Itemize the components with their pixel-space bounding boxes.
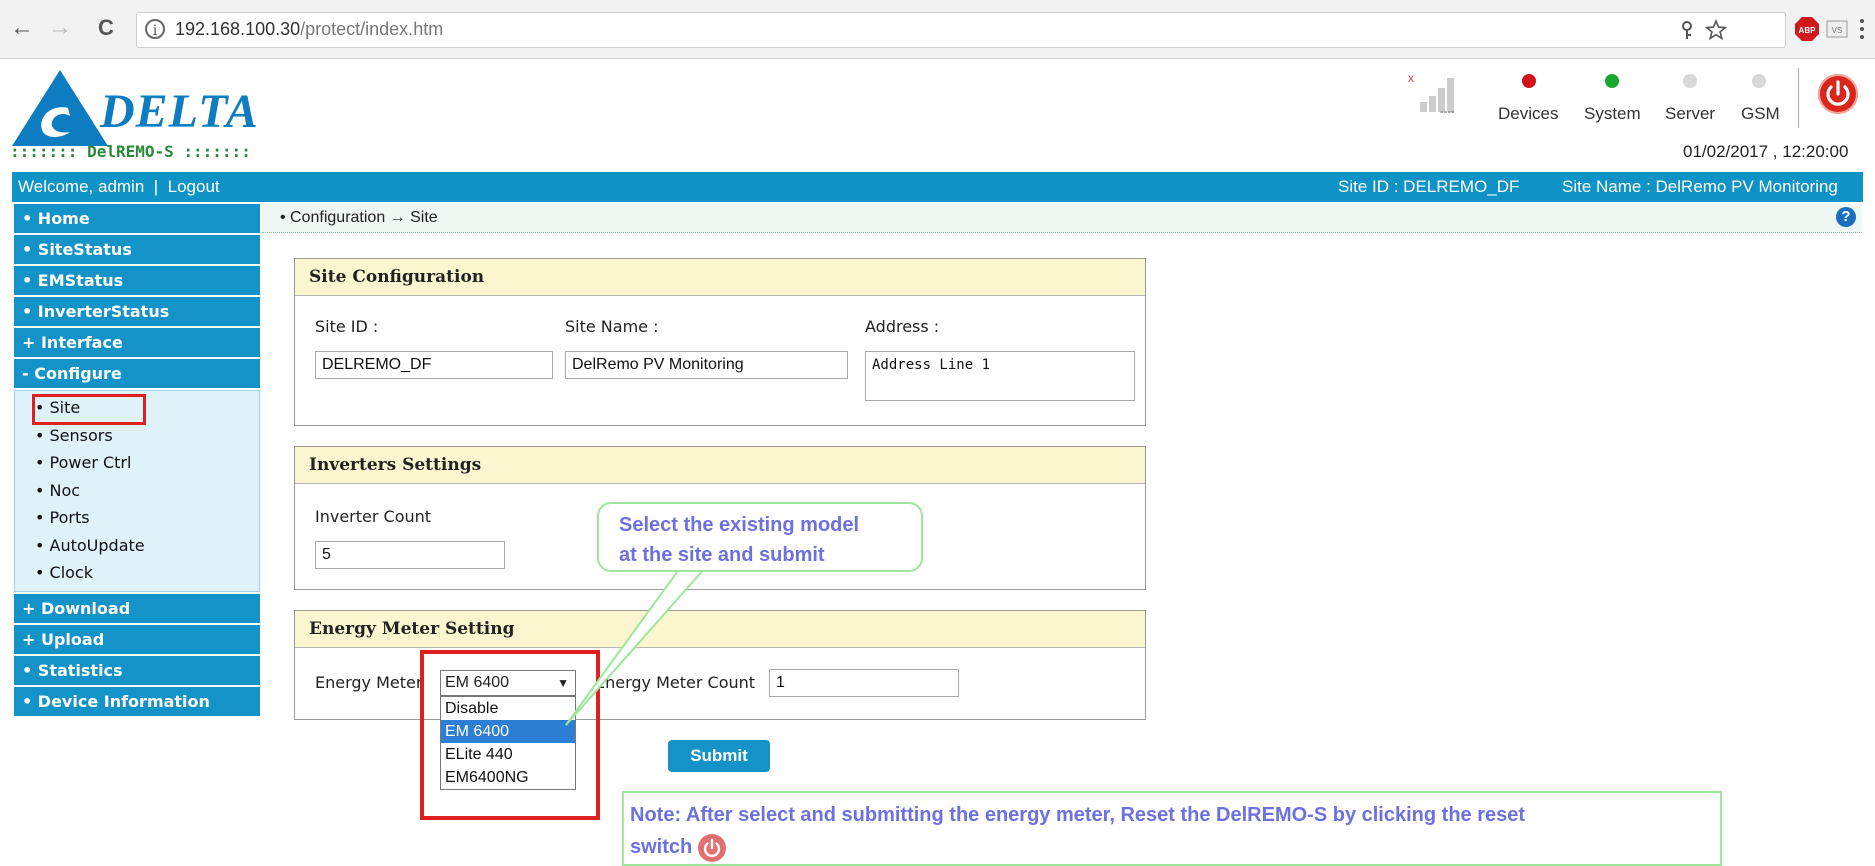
gsm-status-label: GSM (1741, 104, 1780, 123)
help-icon[interactable]: ? (1836, 207, 1856, 227)
devices-status-dot (1522, 74, 1536, 88)
logo-subtitle: ::::::: DelREMO-S ::::::: (10, 142, 251, 161)
system-status-dot (1605, 74, 1619, 88)
energy-meter-count-input[interactable]: 1 (769, 669, 959, 697)
site-name-label: Site Name : (565, 317, 659, 336)
key-icon[interactable] (1677, 20, 1697, 40)
energy-meter-label: Energy Meter (315, 673, 423, 692)
devices-status-label: Devices (1498, 104, 1559, 123)
gsm-status-dot (1752, 74, 1766, 88)
sidebar-item-download[interactable]: + Download (14, 593, 260, 623)
sidebar-item-configure[interactable]: - Configure (14, 359, 260, 388)
panel-title: Inverters Settings (295, 447, 1145, 484)
note-box: Note: After select and submitting the en… (622, 791, 1722, 866)
welcome-text: Welcome, admin | Logout (18, 177, 220, 196)
server-status-dot (1683, 74, 1697, 88)
address-textarea[interactable]: Address Line 1 (865, 351, 1135, 401)
site-highlight-box (32, 394, 146, 425)
callout-line-2: at the site and submit (619, 544, 825, 566)
star-icon[interactable] (1705, 19, 1727, 41)
top-bar: Welcome, admin | Logout Site ID : DELREM… (12, 172, 1863, 202)
sidebar-item-interface[interactable]: + Interface (14, 328, 260, 357)
submenu-item-power-ctrl[interactable]: • Power Ctrl (15, 449, 259, 477)
date-time: 01/02/2017 , 12:20:00 (1683, 142, 1849, 161)
svg-text:ABP: ABP (1799, 26, 1817, 35)
sidebar-item-home[interactable]: • Home (14, 204, 260, 233)
site-name-display: Site Name : DelRemo PV Monitoring (1562, 177, 1838, 196)
system-status-label: System (1584, 104, 1641, 123)
sidebar: • Home • SiteStatus • EMStatus • Inverte… (14, 204, 260, 718)
sidebar-item-device-information[interactable]: • Device Information (14, 686, 260, 716)
svg-text:x: x (1408, 71, 1414, 85)
submenu-item-ports[interactable]: • Ports (15, 504, 259, 532)
panel-title: Energy Meter Setting (295, 611, 1145, 648)
note-line-1: Note: After select and submitting the en… (630, 804, 1526, 826)
callout-pointer (565, 567, 708, 726)
address-bar[interactable]: i 192.168.100.30/protect/index.htm (136, 12, 1786, 48)
callout-line-1: Select the existing model (619, 514, 860, 536)
logout-link[interactable]: Logout (168, 177, 220, 196)
sidebar-item-emstatus[interactable]: • EMStatus (14, 266, 260, 295)
sidebar-item-upload[interactable]: + Upload (14, 624, 260, 654)
site-name-input[interactable]: DelRemo PV Monitoring (565, 351, 848, 379)
site-id-label: Site ID : (315, 317, 379, 336)
site-id-input[interactable]: DELREMO_DF (315, 351, 553, 379)
breadcrumb: • Configuration → Site ? (262, 204, 1862, 233)
site-configuration-panel: Site Configuration Site ID : Site Name :… (294, 258, 1146, 426)
sidebar-item-sitestatus[interactable]: • SiteStatus (14, 235, 260, 264)
browser-toolbar: ← → C i 192.168.100.30/protect/index.htm… (0, 0, 1875, 59)
menu-icon[interactable] (1858, 18, 1866, 40)
url-text: 192.168.100.30/protect/index.htm (175, 19, 444, 39)
inverter-count-input[interactable]: 5 (315, 541, 505, 569)
submenu-item-noc[interactable]: • Noc (15, 477, 259, 505)
logo-wordmark: DELTA (100, 85, 259, 138)
callout-box: Select the existing model at the site an… (597, 502, 923, 572)
inverter-count-label: Inverter Count (315, 507, 432, 526)
site-id-display: Site ID : DELREMO_DF (1338, 177, 1520, 196)
power-icon (698, 833, 727, 862)
sidebar-item-inverterstatus[interactable]: • InverterStatus (14, 297, 260, 326)
panel-title: Site Configuration (295, 259, 1145, 296)
submenu-item-clock[interactable]: • Clock (15, 559, 259, 587)
extension-icon[interactable]: VS (1826, 18, 1848, 40)
signal-label: ---- (1440, 106, 1455, 118)
back-icon[interactable]: ← (8, 14, 36, 42)
address-label: Address : (865, 317, 940, 336)
power-icon[interactable] (1818, 74, 1858, 114)
note-line-2: switch (630, 831, 1720, 863)
submenu-item-autoupdate[interactable]: • AutoUpdate (15, 532, 259, 560)
svg-text:VS: VS (1832, 26, 1843, 35)
info-icon[interactable]: i (145, 19, 165, 39)
forward-icon[interactable]: → (46, 14, 74, 42)
submit-button[interactable]: Submit (668, 740, 770, 772)
adblock-icon[interactable]: ABP (1794, 16, 1820, 42)
header-divider (1798, 68, 1799, 128)
sidebar-item-statistics[interactable]: • Statistics (14, 655, 260, 685)
submenu-item-sensors[interactable]: • Sensors (15, 422, 259, 450)
server-status-label: Server (1665, 104, 1716, 123)
reload-icon[interactable]: C (92, 14, 120, 42)
breadcrumb-text: • Configuration → Site (280, 209, 438, 226)
